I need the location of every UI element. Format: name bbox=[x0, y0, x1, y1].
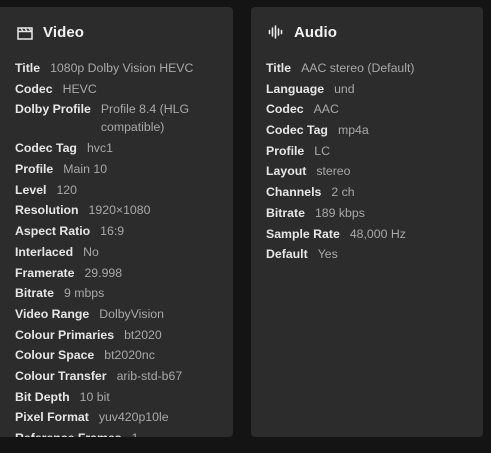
property-value: Yes bbox=[317, 247, 338, 262]
property-label: Codec bbox=[266, 102, 304, 117]
property-label: Interlaced bbox=[15, 244, 74, 259]
audio-waveform-icon bbox=[267, 23, 285, 41]
audio-row-profile: Profile LC bbox=[266, 142, 475, 163]
property-value: 10 bit bbox=[79, 389, 110, 404]
video-row-colour-space: Colour Space bt2020nc bbox=[15, 346, 225, 367]
property-value: 9 mbps bbox=[63, 286, 105, 301]
video-row-reference-frames: Reference Frames 1 bbox=[15, 429, 225, 437]
audio-row-title: Title AAC stereo (Default) bbox=[266, 59, 475, 80]
property-value: HEVC bbox=[62, 81, 97, 96]
property-value: No bbox=[83, 244, 99, 259]
property-label: Pixel Format bbox=[15, 410, 89, 425]
video-row-framerate: Framerate 29.998 bbox=[15, 264, 225, 285]
property-value: stereo bbox=[316, 164, 351, 179]
video-row-codec: Codec HEVC bbox=[15, 80, 225, 101]
property-label: Title bbox=[15, 61, 41, 75]
video-row-title: Title 1080p Dolby Vision HEVC bbox=[15, 59, 225, 80]
property-value: hvc1 bbox=[86, 141, 113, 156]
video-row-bit-depth: Bit Depth 10 bit bbox=[15, 388, 225, 409]
property-label: Dolby Profile bbox=[15, 102, 91, 117]
film-clapper-icon bbox=[16, 23, 34, 41]
property-value: bt2020nc bbox=[104, 348, 155, 363]
audio-panel-title: Audio bbox=[294, 23, 337, 41]
video-row-dolby-profile: Dolby Profile Profile 8.4 (HLG compatibl… bbox=[15, 100, 225, 139]
property-label: Channels bbox=[266, 185, 322, 200]
property-value: 1920×1080 bbox=[88, 203, 151, 218]
property-value: 1 bbox=[132, 429, 225, 437]
property-label: Colour Primaries bbox=[15, 327, 115, 342]
video-row-pixel-format: Pixel Format yuv420p10le bbox=[15, 408, 225, 429]
property-value: 29.998 bbox=[84, 265, 123, 280]
audio-panel-header: Audio bbox=[267, 21, 337, 43]
video-panel-title: Video bbox=[43, 23, 85, 41]
video-row-resolution: Resolution 1920×1080 bbox=[15, 201, 225, 222]
video-row-profile: Profile Main 10 bbox=[15, 160, 225, 181]
property-label: Video Range bbox=[15, 306, 90, 321]
property-label: Resolution bbox=[15, 203, 79, 218]
property-value: LC bbox=[314, 143, 331, 158]
property-value: bt2020 bbox=[124, 327, 162, 342]
audio-row-bitrate: Bitrate 189 kbps bbox=[266, 204, 475, 225]
property-value: mp4a bbox=[337, 123, 369, 138]
property-label: Layout bbox=[266, 164, 307, 179]
property-value: AAC bbox=[313, 102, 339, 117]
property-label: Colour Space bbox=[15, 348, 95, 363]
property-value: DolbyVision bbox=[99, 306, 164, 321]
property-label: Aspect Ratio bbox=[15, 224, 91, 239]
property-label: Default bbox=[266, 247, 308, 262]
property-label: Reference Frames bbox=[15, 429, 122, 437]
audio-row-codec: Codec AAC bbox=[266, 100, 475, 121]
video-panel-header: Video bbox=[16, 21, 84, 43]
property-label: Title bbox=[266, 61, 292, 75]
video-row-colour-transfer: Colour Transfer arib-std-b67 bbox=[15, 367, 225, 388]
property-value: yuv420p10le bbox=[98, 410, 169, 425]
property-label: Codec bbox=[15, 81, 53, 96]
property-label: Profile bbox=[15, 162, 54, 177]
property-value: 120 bbox=[56, 182, 77, 197]
audio-row-default: Default Yes bbox=[266, 245, 475, 266]
audio-row-codec-tag: Codec Tag mp4a bbox=[266, 121, 475, 142]
audio-row-layout: Layout stereo bbox=[266, 162, 475, 183]
property-label: Level bbox=[15, 182, 47, 197]
video-row-level: Level 120 bbox=[15, 181, 225, 202]
property-label: Colour Transfer bbox=[15, 368, 107, 383]
audio-row-language: Language und bbox=[266, 80, 475, 101]
property-value: und bbox=[334, 81, 355, 96]
property-value: 16:9 bbox=[100, 224, 125, 239]
property-label: Codec Tag bbox=[15, 141, 77, 156]
property-label: Bit Depth bbox=[15, 389, 70, 404]
property-label: Sample Rate bbox=[266, 226, 340, 241]
video-row-interlaced: Interlaced No bbox=[15, 243, 225, 264]
property-label: Language bbox=[266, 81, 325, 96]
video-row-codec-tag: Codec Tag hvc1 bbox=[15, 139, 225, 160]
property-label: Profile bbox=[266, 143, 305, 158]
property-value: 48,000 Hz bbox=[349, 226, 406, 241]
property-value: 1080p Dolby Vision HEVC bbox=[50, 61, 194, 75]
video-info-panel: Video Title 1080p Dolby Vision HEVC Code… bbox=[0, 7, 233, 437]
property-label: Codec Tag bbox=[266, 123, 328, 138]
audio-row-sample-rate: Sample Rate 48,000 Hz bbox=[266, 225, 475, 246]
property-value: arib-std-b67 bbox=[116, 368, 183, 383]
property-value: 189 kbps bbox=[314, 205, 365, 220]
property-label: Bitrate bbox=[266, 205, 305, 220]
video-properties-list: Title 1080p Dolby Vision HEVC Codec HEVC… bbox=[15, 59, 225, 437]
property-label: Bitrate bbox=[15, 286, 54, 301]
audio-properties-list: Title AAC stereo (Default) Language und … bbox=[266, 59, 475, 266]
audio-row-channels: Channels 2 ch bbox=[266, 183, 475, 204]
video-row-colour-primaries: Colour Primaries bt2020 bbox=[15, 326, 225, 347]
property-value: 2 ch bbox=[331, 185, 355, 200]
property-value: Profile 8.4 (HLG compatible) bbox=[100, 102, 190, 135]
video-row-video-range: Video Range DolbyVision bbox=[15, 305, 225, 326]
audio-info-panel: Audio Title AAC stereo (Default) Languag… bbox=[251, 7, 483, 437]
video-row-aspect-ratio: Aspect Ratio 16:9 bbox=[15, 222, 225, 243]
video-row-bitrate: Bitrate 9 mbps bbox=[15, 284, 225, 305]
property-label: Framerate bbox=[15, 265, 75, 280]
property-value: Main 10 bbox=[63, 162, 108, 177]
property-value: AAC stereo (Default) bbox=[301, 61, 415, 75]
